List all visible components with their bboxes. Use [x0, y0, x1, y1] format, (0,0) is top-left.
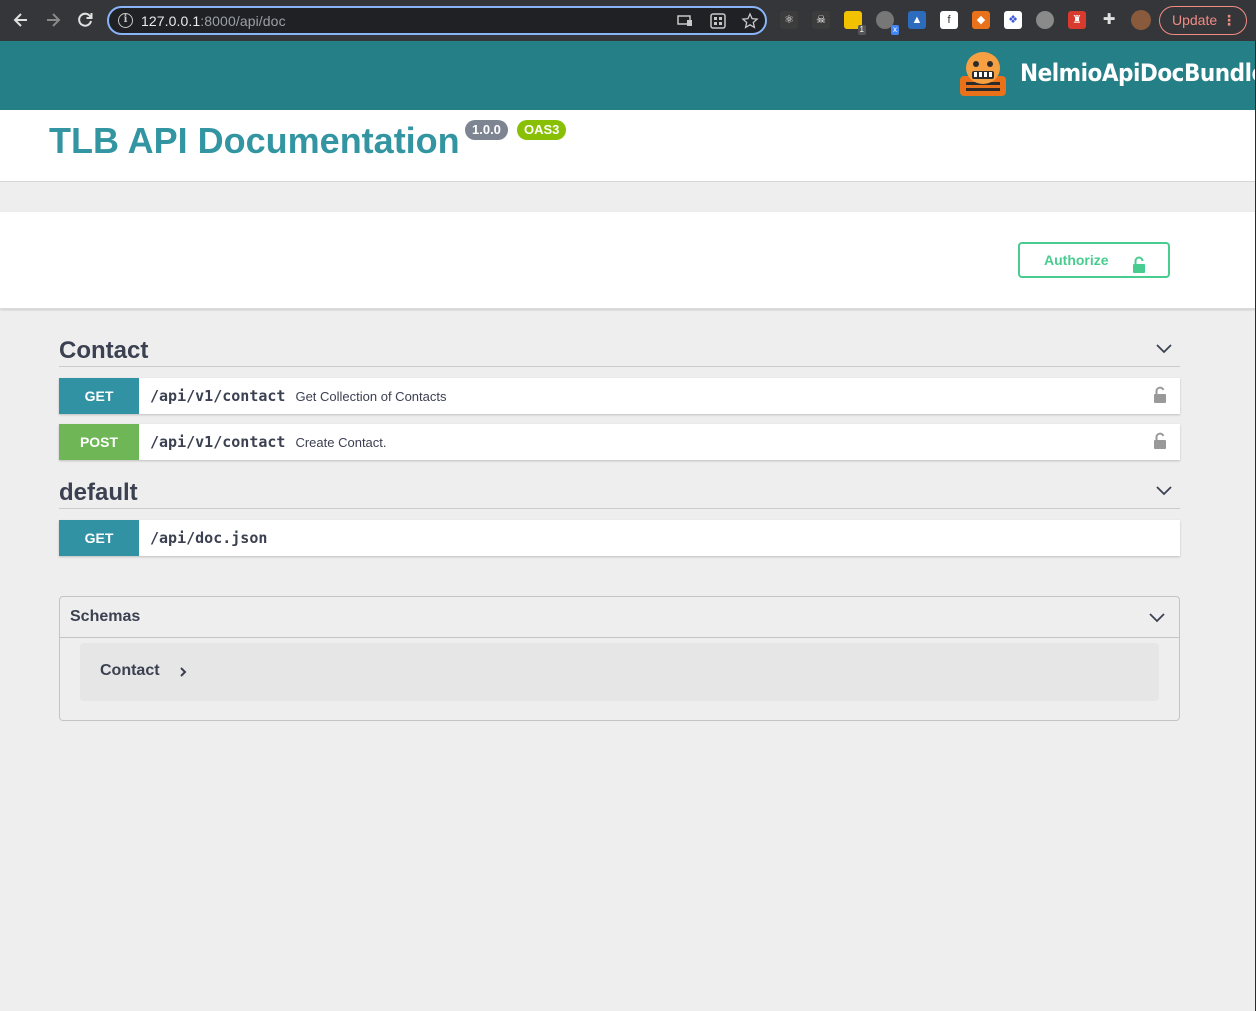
method-badge: GET [59, 520, 139, 556]
method-badge: GET [59, 378, 139, 414]
extension-grid-icon[interactable]: ❖ [1004, 11, 1022, 29]
back-arrow-icon[interactable] [10, 9, 32, 31]
extension-atom-icon[interactable]: ⚛ [780, 11, 798, 29]
chevron-right-icon[interactable] [176, 663, 190, 681]
operation-summary: Create Contact. [295, 435, 387, 450]
lock-icon[interactable] [1153, 432, 1167, 455]
info-icon[interactable]: i [118, 13, 133, 28]
lock-icon [1132, 253, 1146, 285]
extension-bubble-icon[interactable] [1036, 11, 1054, 29]
cast-icon[interactable] [676, 12, 694, 30]
chevron-down-icon[interactable] [1147, 607, 1167, 627]
schemas-header[interactable]: Schemas [60, 597, 1179, 638]
scheme-container: Authorize [0, 212, 1256, 309]
swagger-page: NelmioApiDocBundle TLB API Documentation… [0, 41, 1256, 1011]
logo-text[interactable]: NelmioApiDocBundle [1020, 59, 1256, 87]
star-icon[interactable] [741, 12, 759, 30]
chevron-down-icon[interactable] [1154, 338, 1174, 358]
nelmio-mascot-logo [958, 50, 1008, 98]
extension-red-icon[interactable]: ♜ [1068, 11, 1086, 29]
tag-section-default[interactable]: default [59, 471, 1180, 509]
browser-toolbar: i 127.0.0.1:8000/api/doc ⚛ ☠ 1 x ▲ f ◆ ❖… [0, 0, 1256, 41]
operation-get-doc-json[interactable]: GET /api/doc.json [59, 520, 1180, 556]
authorize-button[interactable]: Authorize [1018, 242, 1170, 278]
tag-section-contact[interactable]: Contact [59, 329, 1180, 367]
extension-f-icon[interactable]: f [940, 11, 958, 29]
extension-skull-icon[interactable]: ☠ [812, 11, 830, 29]
address-bar[interactable]: i 127.0.0.1:8000/api/doc [107, 6, 767, 35]
version-badge: 1.0.0 [465, 120, 508, 140]
schemas-title[interactable]: Schemas [70, 608, 140, 626]
operation-path: /api/doc.json [150, 529, 268, 547]
method-badge: POST [59, 424, 139, 460]
update-button[interactable]: Update ⋮ [1159, 6, 1247, 35]
forward-arrow-icon[interactable] [42, 9, 64, 31]
model-name[interactable]: Contact [100, 662, 160, 680]
extension-notes-icon[interactable]: 1 [844, 11, 866, 35]
extension-badge: x [891, 25, 899, 35]
extension-circle-icon[interactable]: x [876, 11, 899, 35]
operation-path: /api/v1/contact Create Contact. [150, 433, 387, 451]
operation-path: /api/v1/contact Get Collection of Contact… [150, 387, 447, 405]
extension-badge: 1 [857, 25, 866, 35]
api-info: TLB API Documentation 1.0.0 OAS3 [0, 110, 1256, 182]
oas-badge: OAS3 [517, 120, 567, 140]
extension-fish-icon[interactable]: ◆ [972, 11, 990, 29]
top-bar: NelmioApiDocBundle [0, 41, 1256, 110]
profile-avatar-icon[interactable] [1131, 10, 1151, 30]
apps-icon[interactable] [709, 12, 727, 30]
tag-title[interactable]: default [59, 479, 138, 507]
url-text[interactable]: 127.0.0.1:8000/api/doc [141, 13, 286, 29]
extensions-icon[interactable]: ✚ [1100, 11, 1118, 29]
tag-title[interactable]: Contact [59, 337, 148, 365]
operation-post-contact[interactable]: POST /api/v1/contact Create Contact. [59, 424, 1180, 460]
authorize-label: Authorize [1044, 252, 1109, 268]
model-contact[interactable]: Contact [80, 643, 1159, 701]
lock-icon[interactable] [1153, 386, 1167, 409]
page-title: TLB API Documentation [49, 120, 460, 161]
reload-icon[interactable] [74, 9, 96, 31]
operation-summary: Get Collection of Contacts [295, 389, 447, 404]
schemas-section: Schemas Contact [59, 596, 1180, 721]
chevron-down-icon[interactable] [1154, 480, 1174, 500]
operation-get-contact[interactable]: GET /api/v1/contact Get Collection of Con… [59, 378, 1180, 414]
extension-docker-icon[interactable]: ▲ [908, 11, 926, 29]
menu-dots-icon[interactable]: ⋮ [1222, 7, 1236, 33]
